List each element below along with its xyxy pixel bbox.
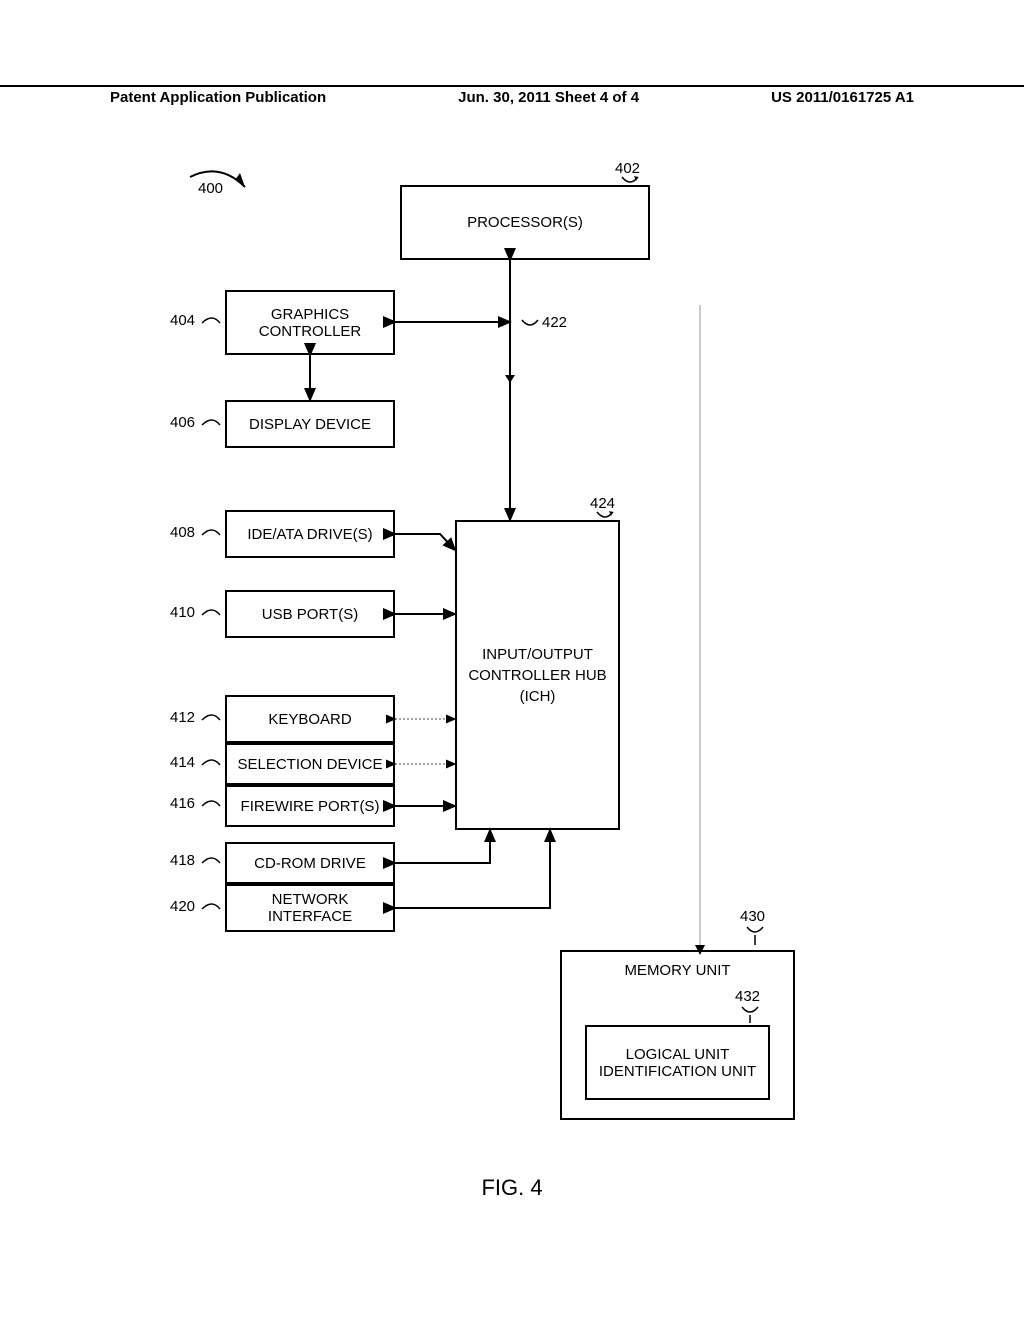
ref-414: 414 (170, 754, 195, 771)
block-network-label: NETWORK INTERFACE (231, 891, 389, 925)
diagram: 400 PROCESSOR(S) 402 GRAPHICS CONTROLLER… (0, 150, 1024, 1250)
block-graphics-label: GRAPHICS CONTROLLER (231, 306, 389, 340)
ref-410: 410 (170, 604, 195, 621)
block-logical-label: LOGICAL UNIT IDENTIFICATION UNIT (591, 1046, 764, 1080)
ref-430: 430 (740, 908, 765, 925)
block-firewire: FIREWIRE PORT(S) (225, 785, 395, 827)
block-display-label: DISPLAY DEVICE (249, 416, 371, 433)
ref-418: 418 (170, 852, 195, 869)
block-memory-label: MEMORY UNIT (624, 962, 730, 979)
block-usb-label: USB PORT(S) (262, 606, 358, 623)
block-ide-label: IDE/ATA DRIVE(S) (247, 526, 372, 543)
block-graphics: GRAPHICS CONTROLLER (225, 290, 395, 355)
ref-416: 416 (170, 795, 195, 812)
block-cdrom: CD-ROM DRIVE (225, 842, 395, 884)
ref-412: 412 (170, 709, 195, 726)
header-pubnum: US 2011/0161725 A1 (771, 89, 914, 106)
ref-432: 432 (735, 988, 760, 1005)
block-keyboard-label: KEYBOARD (268, 711, 351, 728)
block-network: NETWORK INTERFACE (225, 884, 395, 932)
block-ide: IDE/ATA DRIVE(S) (225, 510, 395, 558)
block-logical: LOGICAL UNIT IDENTIFICATION UNIT (585, 1025, 770, 1100)
block-firewire-label: FIREWIRE PORT(S) (241, 798, 380, 815)
ref-422: 422 (542, 314, 567, 331)
ref-408: 408 (170, 524, 195, 541)
block-keyboard: KEYBOARD (225, 695, 395, 743)
ref-404: 404 (170, 312, 195, 329)
block-processor-label: PROCESSOR(S) (467, 214, 583, 231)
block-ich-label: INPUT/OUTPUT CONTROLLER HUB (ICH) (461, 644, 614, 707)
ref-420: 420 (170, 898, 195, 915)
header-date-sheet: Jun. 30, 2011 Sheet 4 of 4 (458, 89, 639, 106)
figure-caption: FIG. 4 (481, 1175, 542, 1201)
block-usb: USB PORT(S) (225, 590, 395, 638)
block-ich: INPUT/OUTPUT CONTROLLER HUB (ICH) (455, 520, 620, 830)
ref-400: 400 (198, 180, 223, 197)
block-cdrom-label: CD-ROM DRIVE (254, 855, 366, 872)
block-selection: SELECTION DEVICE (225, 743, 395, 785)
ref-406: 406 (170, 414, 195, 431)
block-selection-label: SELECTION DEVICE (237, 756, 382, 773)
page-header: Patent Application Publication Jun. 30, … (0, 85, 1024, 106)
block-processor: PROCESSOR(S) (400, 185, 650, 260)
block-display: DISPLAY DEVICE (225, 400, 395, 448)
header-publication: Patent Application Publication (110, 89, 326, 106)
